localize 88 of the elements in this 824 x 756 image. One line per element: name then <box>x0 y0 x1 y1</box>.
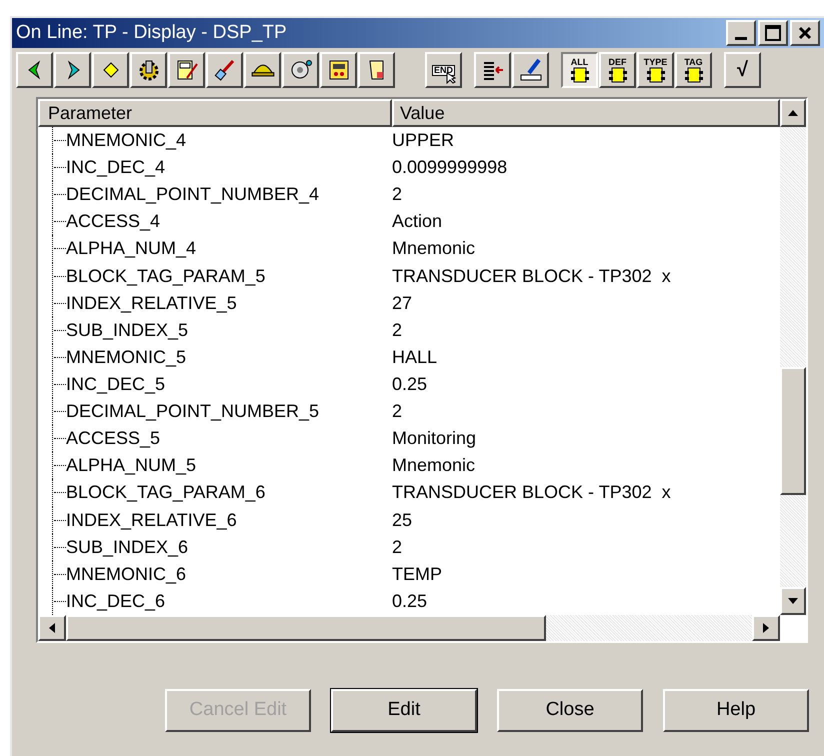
toolbar-button[interactable] <box>512 52 549 88</box>
scroll-thumb[interactable] <box>780 367 806 495</box>
parameter-value: Mnemonic <box>392 237 476 260</box>
scroll-up-icon <box>788 110 798 116</box>
toolbar-button[interactable] <box>474 52 511 88</box>
parameter-name: INC_DEC_6 <box>66 590 166 613</box>
gear-icon <box>136 58 160 82</box>
parameter-value: TRANSDUCER BLOCK - TP302 x <box>392 481 671 504</box>
parameter-name: ACCESS_4 <box>66 210 160 234</box>
parameter-value: 27 <box>392 292 412 315</box>
minimize-button[interactable] <box>726 20 756 46</box>
parameter-value: 0.25 <box>392 373 428 396</box>
parameter-name: MNEMONIC_5 <box>66 346 186 369</box>
parameter-name: SUB_INDEX_5 <box>66 318 188 342</box>
dialog-button[interactable]: Close <box>497 689 643 732</box>
parameter-value: 2 <box>392 183 402 206</box>
parameter-name: DECIMAL_POINT_NUMBER_5 <box>66 400 320 424</box>
end-button[interactable]: END <box>425 52 462 88</box>
parameter-name: MNEMONIC_4 <box>66 129 186 152</box>
parameter-name: SUB_INDEX_6 <box>66 536 188 559</box>
scroll-down-icon <box>788 598 798 604</box>
parameter-value: UPPER <box>392 129 454 152</box>
parameter-name: INDEX_RELATIVE_6 <box>66 508 237 532</box>
device-icon <box>326 58 350 82</box>
window-title: On Line: TP - Display - DSP_TP <box>16 20 288 45</box>
chip-icon <box>570 66 590 82</box>
filter-button[interactable]: TAG <box>675 52 712 88</box>
parameter-value: HALL <box>392 346 438 369</box>
toolbar-button[interactable] <box>244 52 281 88</box>
parameter-name: BLOCK_TAG_PARAM_5 <box>66 264 266 288</box>
filter-label: TAG <box>684 58 703 66</box>
toolbar-button[interactable] <box>358 52 395 88</box>
column-header[interactable]: Parameter <box>38 99 392 127</box>
chip-icon <box>646 66 666 82</box>
toolbar-button[interactable] <box>168 52 205 88</box>
close-icon <box>798 26 812 40</box>
parameter-name: MNEMONIC_6 <box>66 562 186 586</box>
apply-button[interactable]: √ <box>724 52 761 88</box>
toolbar-button[interactable] <box>320 52 357 88</box>
parameter-name: ALPHA_NUM_4 <box>66 237 196 260</box>
minimize-icon <box>735 37 747 40</box>
filter-label: ALL <box>570 58 588 66</box>
maximize-button[interactable] <box>758 20 788 46</box>
pen-icon <box>518 58 542 82</box>
parameter-value: 0.25 <box>392 590 428 613</box>
filter-button[interactable]: ALL <box>561 52 598 88</box>
scroll-thumb[interactable] <box>66 615 546 641</box>
dialog-button[interactable]: Help <box>663 689 809 732</box>
toolbar-button[interactable] <box>54 52 91 88</box>
filter-label: DEF <box>608 58 626 66</box>
parameter-name: BLOCK_TAG_PARAM_6 <box>66 481 266 504</box>
close-button[interactable] <box>790 20 820 46</box>
filter-label: TYPE <box>644 58 668 66</box>
toolbar-button[interactable] <box>206 52 243 88</box>
parameter-value: 2 <box>392 318 402 342</box>
toolbar-button[interactable] <box>92 52 129 88</box>
filter-button[interactable]: DEF <box>599 52 636 88</box>
scroll-left-icon <box>49 623 55 633</box>
parameter-name: INC_DEC_4 <box>66 156 166 180</box>
parameter-name: ACCESS_5 <box>66 427 160 450</box>
parameter-value: Mnemonic <box>392 454 476 478</box>
parameter-value: TEMP <box>392 562 442 586</box>
column-header[interactable]: Value <box>392 99 780 127</box>
parameter-value: TRANSDUCER BLOCK - TP302 x <box>392 264 671 288</box>
parameter-name: DECIMAL_POINT_NUMBER_4 <box>66 183 320 206</box>
toolbar-button[interactable] <box>16 52 53 88</box>
cursor-icon <box>446 72 456 84</box>
parameter-value: 25 <box>392 508 412 532</box>
meter-icon <box>174 58 198 82</box>
parameter-value: Action <box>392 210 442 234</box>
filter-button[interactable]: TYPE <box>637 52 674 88</box>
hat-icon <box>250 63 274 77</box>
vertical-scrollbar[interactable] <box>780 99 806 615</box>
dialog-button[interactable]: Edit <box>331 689 477 732</box>
parameter-value: Monitoring <box>392 427 476 450</box>
chip-icon <box>608 66 628 82</box>
parameter-name: ALPHA_NUM_5 <box>66 454 196 478</box>
parameter-value: 0.0099999998 <box>392 156 508 180</box>
horizontal-scrollbar[interactable] <box>38 615 780 641</box>
parameter-value: 2 <box>392 536 402 559</box>
toolbar-button[interactable] <box>130 52 167 88</box>
scroll-right-icon <box>763 623 769 633</box>
maximize-icon <box>765 25 781 41</box>
parameter-value: 2 <box>392 400 402 424</box>
toolbar-button[interactable] <box>282 52 319 88</box>
parameter-name: INDEX_RELATIVE_5 <box>66 292 237 315</box>
chip-icon <box>684 66 704 82</box>
parameter-name: INC_DEC_5 <box>66 373 166 396</box>
